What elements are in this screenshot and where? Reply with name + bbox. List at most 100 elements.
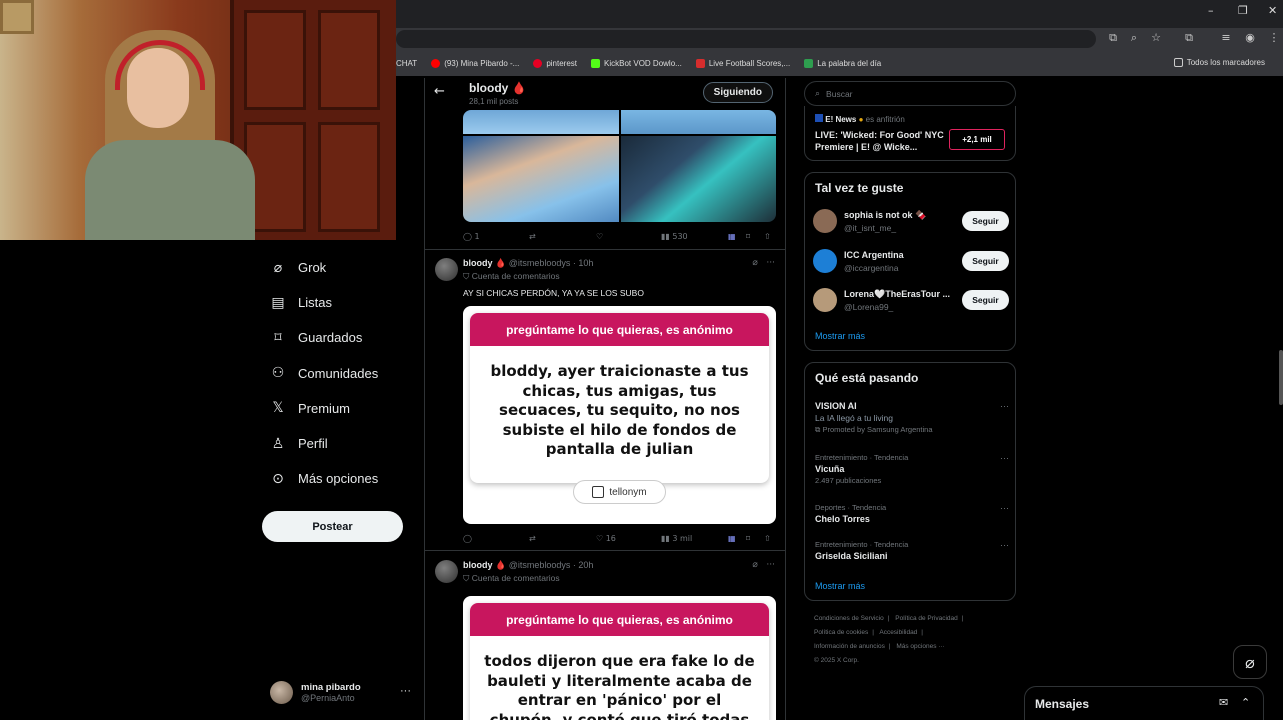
new-message-icon[interactable]: ✉ [1219,696,1228,709]
photo[interactable] [620,110,776,134]
close-icon[interactable]: ✕ [1268,4,1277,17]
retweet-icon[interactable]: ⇄ [529,534,536,543]
nav-item-lists[interactable]: ▤ Listas [262,285,422,320]
follow-button[interactable]: Seguir [962,211,1009,231]
bookmark-item[interactable]: (93) Mina Pibardo -... [431,58,519,68]
retweet-icon[interactable]: ⇄ [529,232,536,241]
tweet[interactable]: bloody 🩸 @itsmebloodys · 20h ⛉ Cuenta de… [425,560,785,720]
more-icon[interactable]: ··· [1000,453,1009,463]
nav-item-premium[interactable]: 𝕏 Premium [262,391,422,426]
account-switcher[interactable]: mina pibardo @PerniaAnto ··· [270,679,415,705]
install-icon[interactable]: ⧉ [1107,32,1119,44]
card-text: bloddy, ayer traicionaste a tus chicas, … [490,362,749,458]
nav-label: Más opciones [298,471,379,487]
follow-button[interactable]: Seguir [962,290,1009,310]
follow-suggestion[interactable]: ICC Argentina @iccargentina Seguir [813,247,1009,275]
back-arrow-icon[interactable]: ← [434,84,445,99]
address-bar[interactable] [396,30,1096,48]
panel-title: Qué está pasando [815,371,919,385]
tellonym-card[interactable]: pregúntame lo que quieras, es anónimo bl… [463,306,776,524]
more-icon[interactable]: ··· [766,258,775,268]
grok-icon[interactable]: ⌀ [752,560,757,570]
nav-item-more[interactable]: ⊙ Más opciones [262,461,422,496]
more-icon[interactable]: ··· [1000,503,1009,513]
more-icon[interactable]: ··· [1000,401,1009,411]
footer-link[interactable]: Accesibilidad [879,629,917,636]
more-icon[interactable]: ··· [766,560,775,570]
follow-suggestion[interactable]: Lorena🤍TheErasTour ... @Lorena99_ Seguir [813,286,1009,314]
show-more-link[interactable]: Mostrar más [815,331,865,341]
bookmark-item[interactable]: pinterest [533,58,577,68]
trend-item[interactable]: Deportes · Tendencia Chelo Torres ··· [815,503,1009,524]
avatar [435,560,458,583]
like-icon[interactable]: ♡ [596,232,603,241]
share-icon[interactable]: ⇧ [764,232,771,241]
live-event[interactable]: E! News ● es anfitrión LIVE: 'Wicked: Fo… [804,106,1016,161]
copyright: © 2025 X Corp. [814,657,859,664]
scrollbar[interactable] [1279,350,1283,405]
nav-item-profile[interactable]: ♙ Perfil [262,426,422,461]
chevron-up-icon[interactable]: ⌃ [1241,696,1250,709]
extensions-icon[interactable]: ⧉ [1183,32,1195,44]
trend-item[interactable]: Entretenimiento · Tendencia Vicuña 2.497… [815,453,1009,485]
restore-icon[interactable]: ❐ [1238,4,1248,17]
more-icon[interactable]: ··· [400,685,411,697]
grok-icon[interactable]: ⌀ [752,258,757,268]
footer-link[interactable]: Política de cookies [814,629,868,636]
live-badge[interactable]: +2,1 mil [949,129,1005,150]
photo[interactable] [620,136,776,222]
footer-link[interactable]: Más opciones ··· [896,643,944,650]
panel-title: Tal vez te guste [815,181,904,195]
communities-icon: ⚇ [271,365,285,382]
show-more-link[interactable]: Mostrar más [815,581,865,591]
all-bookmarks[interactable]: Todos los marcadores [1173,58,1265,67]
trend-item[interactable]: VISION AI La IA llegó a tu living ⧉ Prom… [815,401,1009,435]
bookmark-item[interactable]: KickBot VOD Dowlo... [591,58,682,68]
footer-link[interactable]: Información de anuncios [814,643,885,650]
grok-tweet-icon[interactable]: ▦ [728,232,736,241]
grok-button[interactable]: ⌀ [1233,645,1267,679]
bookmark-item[interactable]: Live Football Scores,... [695,58,790,68]
trend-item[interactable]: Entretenimiento · Tendencia Griselda Sic… [815,540,1009,561]
bookmark-item[interactable]: La palabra del día [804,58,881,68]
nav-item-grok[interactable]: ⌀ Grok [262,250,422,285]
tellonym-icon [592,486,605,498]
footer-link[interactable]: Política de Privacidad [895,615,958,622]
profile-icon[interactable]: ◉ [1244,32,1256,44]
messages-drawer[interactable]: Mensajes ✉ ⌃ [1024,686,1264,720]
bookmark-icon[interactable]: ⌑ [746,534,750,543]
profile-name: bloody 🩸 [469,81,527,95]
more-icon[interactable]: ··· [1000,540,1009,550]
football-icon [695,58,705,68]
reply-icon[interactable]: ◯ 1 [463,232,480,241]
bookmark-item[interactable]: CHAT [396,59,417,68]
minimize-icon[interactable]: – [1208,4,1214,17]
reply-icon[interactable]: ◯ [463,534,472,543]
bookmark-icon[interactable]: ⌑ [746,232,750,241]
post-button[interactable]: Postear [262,511,403,542]
footer-link[interactable]: Condiciones de Servicio [814,615,884,622]
photo[interactable] [463,110,619,134]
following-button[interactable]: Siguiendo [702,82,773,103]
nav-item-bookmarks[interactable]: ⌑ Guardados [262,320,422,355]
tellonym-card[interactable]: pregúntame lo que quieras, es anónimo to… [463,596,776,720]
tweet-actions: ◯ 1 ⇄ ♡ ▮▮ 530 ▦ ⌑ ⇧ [463,229,776,243]
follow-button[interactable]: Seguir [962,251,1009,271]
photo[interactable] [463,136,619,222]
account-badge: ⛉ Cuenta de comentarios [463,573,560,583]
timeline: ← bloody 🩸 28,1 mil posts Siguiendo ◯ 1 … [424,78,786,720]
like-icon[interactable]: ♡ 16 [596,534,616,543]
search-input[interactable]: ⌕ Buscar [804,81,1016,106]
follow-suggestion[interactable]: sophia is not ok 🍫 @it_isnt_me_ Seguir [813,207,1009,235]
views-icon[interactable]: ▮▮ 3 mil [661,534,692,543]
tweet[interactable]: bloody 🩸 @itsmebloodys · 10h ⛉ Cuenta de… [425,258,785,548]
media-icon[interactable]: ≡ [1220,32,1232,44]
tweet-photo-grid[interactable] [463,110,776,222]
star-icon[interactable]: ☆ [1150,32,1162,44]
grok-tweet-icon[interactable]: ▦ [728,534,736,543]
share-icon[interactable]: ⇧ [764,534,771,543]
menu-icon[interactable]: ⋮ [1268,32,1280,44]
zoom-icon[interactable]: ⌕ [1128,32,1140,44]
nav-item-communities[interactable]: ⚇ Comunidades [262,356,422,391]
views-icon[interactable]: ▮▮ 530 [661,232,688,241]
